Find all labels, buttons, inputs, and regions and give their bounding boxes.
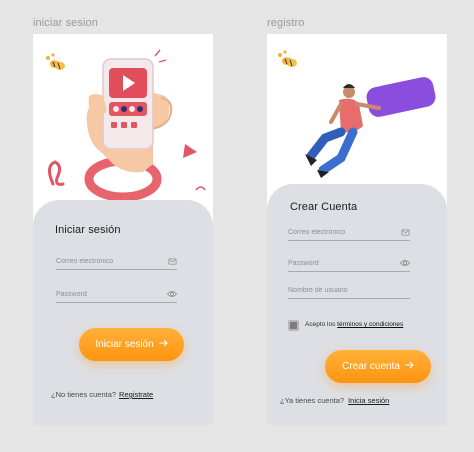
login-screen: Iniciar sesión Iniciar sesión ¿No tienes… bbox=[33, 34, 213, 425]
login-link[interactable]: Inicia sesión bbox=[348, 396, 389, 405]
register-username-field[interactable] bbox=[288, 282, 410, 299]
login-email-input[interactable] bbox=[56, 257, 167, 265]
bee-icon bbox=[46, 53, 65, 70]
terms-checkbox[interactable] bbox=[288, 320, 299, 331]
register-password-input[interactable] bbox=[288, 259, 400, 267]
register-username-input[interactable] bbox=[288, 286, 410, 294]
login-submit-button[interactable]: Iniciar sesión bbox=[79, 328, 184, 361]
register-email-field[interactable] bbox=[288, 224, 410, 241]
login-frame-title: iniciar sesion bbox=[33, 17, 98, 29]
login-heading: Iniciar sesión bbox=[55, 224, 121, 236]
terms-prefix: Acepto los bbox=[305, 321, 336, 328]
register-card: Crear Cuenta Acepto los términos y condi… bbox=[267, 184, 447, 425]
phone-hand-illustration bbox=[46, 49, 206, 202]
login-password-input[interactable] bbox=[56, 290, 167, 298]
eye-icon[interactable] bbox=[400, 258, 410, 268]
login-footer: ¿No tienes cuenta? Registrate bbox=[51, 390, 153, 399]
register-heading: Crear Cuenta bbox=[290, 201, 358, 213]
envelope-icon bbox=[400, 227, 410, 237]
login-password-field[interactable] bbox=[56, 286, 177, 303]
register-footer-text: ¿Ya tienes cuenta? bbox=[280, 396, 345, 405]
register-submit-button[interactable]: Crear cuenta bbox=[325, 350, 431, 383]
register-password-field[interactable] bbox=[288, 255, 410, 272]
register-email-input[interactable] bbox=[288, 228, 400, 236]
login-email-field[interactable] bbox=[56, 253, 177, 270]
bee-icon bbox=[278, 50, 297, 67]
register-link[interactable]: Registrate bbox=[119, 390, 153, 399]
arrow-right-icon bbox=[405, 361, 414, 372]
eye-icon[interactable] bbox=[167, 289, 177, 299]
login-footer-text: ¿No tienes cuenta? bbox=[51, 390, 117, 399]
register-submit-label: Crear cuenta bbox=[342, 361, 400, 372]
envelope-icon bbox=[167, 256, 177, 266]
register-screen: Crear Cuenta Acepto los términos y condi… bbox=[267, 34, 447, 425]
login-submit-label: Iniciar sesión bbox=[95, 339, 154, 350]
register-footer: ¿Ya tienes cuenta? Inicia sesión bbox=[280, 396, 389, 405]
register-frame-title: registro bbox=[267, 17, 305, 29]
terms-link[interactable]: términos y condiciones bbox=[337, 321, 403, 328]
login-card: Iniciar sesión Iniciar sesión ¿No tienes… bbox=[33, 200, 213, 425]
arrow-right-icon bbox=[159, 339, 168, 350]
terms-label: Acepto los términos y condiciones bbox=[305, 321, 403, 328]
